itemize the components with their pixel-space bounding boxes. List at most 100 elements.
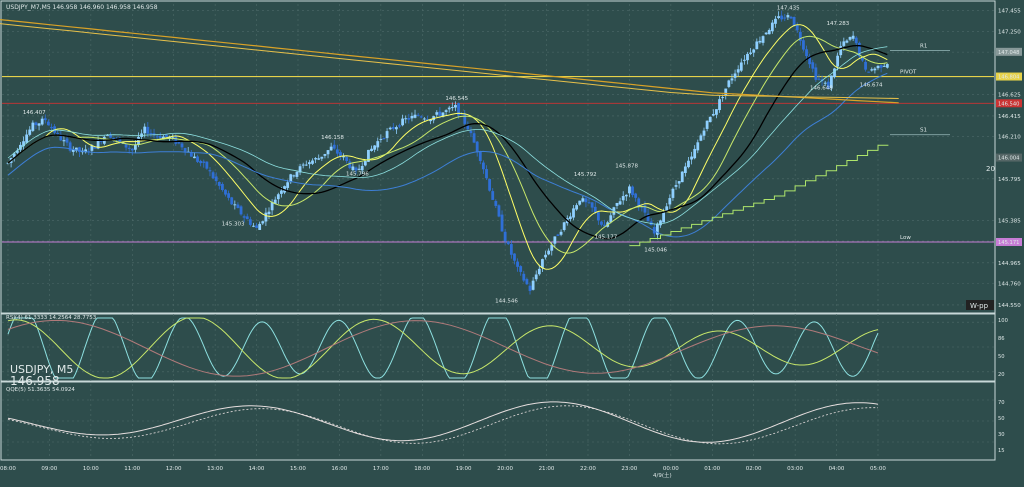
candle-body — [199, 160, 203, 164]
qqe-tick-label: 30 — [998, 432, 1005, 438]
candle-body — [683, 166, 687, 173]
candle-body — [693, 148, 697, 159]
candle-body — [370, 148, 373, 152]
candle-body — [842, 41, 846, 46]
x-tick-label: 01:00 — [704, 466, 720, 472]
candle-body — [295, 171, 299, 177]
candle-body — [485, 169, 488, 179]
candle-body — [867, 71, 871, 73]
candle-body — [572, 208, 575, 218]
candle-body — [286, 182, 290, 188]
candle-body — [196, 156, 199, 162]
candle-body — [618, 201, 622, 205]
candle-body — [242, 216, 246, 218]
candle-body — [531, 280, 535, 290]
candle-body — [40, 118, 44, 125]
candle-body — [730, 78, 734, 81]
candle-body — [631, 186, 634, 196]
candle-body — [264, 212, 268, 222]
candle-body — [811, 62, 815, 69]
candle-body — [211, 172, 215, 179]
candle-body — [733, 73, 737, 78]
candle-body — [227, 193, 231, 198]
chart-canvas[interactable]: R1 PIVOT S1 Low 146.407 146.158 145.796 145.30… — [0, 0, 1024, 487]
candle-body — [662, 212, 666, 223]
candle-body — [503, 231, 507, 242]
candle-body — [534, 274, 538, 280]
candle-body — [721, 97, 725, 99]
candle-body — [525, 279, 529, 285]
candle-body — [382, 138, 386, 140]
candle-body — [376, 141, 380, 148]
candle-body — [752, 49, 756, 53]
candle-body — [329, 146, 333, 151]
candle-body — [792, 16, 796, 27]
candle-body — [516, 261, 519, 267]
candle-body — [413, 114, 417, 118]
candle-body — [615, 202, 619, 206]
level-name: R1 — [920, 44, 927, 50]
candle-body — [789, 16, 793, 19]
candle-body — [233, 204, 237, 206]
x-tick-label: 23:00 — [621, 466, 637, 472]
candle-body — [817, 78, 821, 80]
candle-body — [746, 53, 749, 61]
qqe-tick-label: 70 — [998, 400, 1005, 406]
rsi-tick-label: 86 — [998, 336, 1005, 342]
candle-body — [43, 118, 47, 121]
candle-body — [50, 127, 53, 129]
candle-body — [690, 156, 693, 160]
candle-body — [668, 198, 672, 205]
candle-body — [239, 206, 243, 215]
candle-body — [435, 112, 439, 115]
candle-body — [749, 52, 753, 54]
x-tick-label: 12:00 — [166, 466, 182, 472]
price-tag-label: 146.804 — [998, 75, 1020, 81]
candle-body — [112, 137, 116, 139]
candle-body — [422, 118, 426, 120]
price-tag-label: 145.171 — [998, 240, 1019, 246]
candle-body — [761, 36, 765, 43]
candle-body — [158, 135, 162, 139]
x-tick-label: 00:00 — [663, 466, 679, 472]
x-tick-label: 03:00 — [787, 466, 803, 472]
candle-body — [354, 167, 358, 171]
candle-body — [307, 162, 311, 165]
price-tag-label: 147.048 — [998, 50, 1019, 56]
candle-body — [401, 118, 405, 126]
candle-body — [214, 176, 218, 182]
candle-body — [876, 65, 880, 69]
candle-body — [280, 190, 283, 194]
candle-body — [130, 148, 134, 151]
x-tick-label: 20:00 — [497, 466, 513, 472]
level-name: Low — [900, 235, 911, 241]
price-label: 145.796 — [346, 172, 369, 178]
candle-body — [836, 55, 840, 67]
watermark-text: W-pp — [970, 302, 989, 310]
candle-body — [677, 181, 681, 184]
y-tick-label: 146.625 — [998, 93, 1021, 99]
candle-body — [715, 109, 718, 115]
candle-body — [255, 225, 258, 228]
x-tick-label: 22:00 — [580, 466, 596, 472]
price-label: 145.878 — [615, 163, 638, 169]
price-label: 146.545 — [445, 96, 468, 102]
candle-body — [708, 116, 712, 123]
candle-body — [388, 127, 392, 130]
candle-body — [34, 122, 38, 126]
candle-body — [481, 162, 485, 170]
candle-body — [301, 164, 305, 166]
y-tick-label: 147.455 — [998, 9, 1021, 15]
candle-body — [687, 160, 690, 168]
x-tick-label: 04:00 — [829, 466, 845, 472]
level-name: PIVOT — [900, 70, 917, 76]
candle-body — [805, 49, 808, 57]
x-tick-label: 08:00 — [0, 466, 16, 472]
candle-body — [628, 186, 631, 194]
candle-body — [634, 193, 638, 198]
candle-body — [363, 160, 367, 166]
candle-body — [335, 149, 339, 154]
candle-body — [764, 32, 768, 35]
y-tick-label: 146.210 — [998, 135, 1021, 141]
candle-body — [65, 138, 69, 143]
